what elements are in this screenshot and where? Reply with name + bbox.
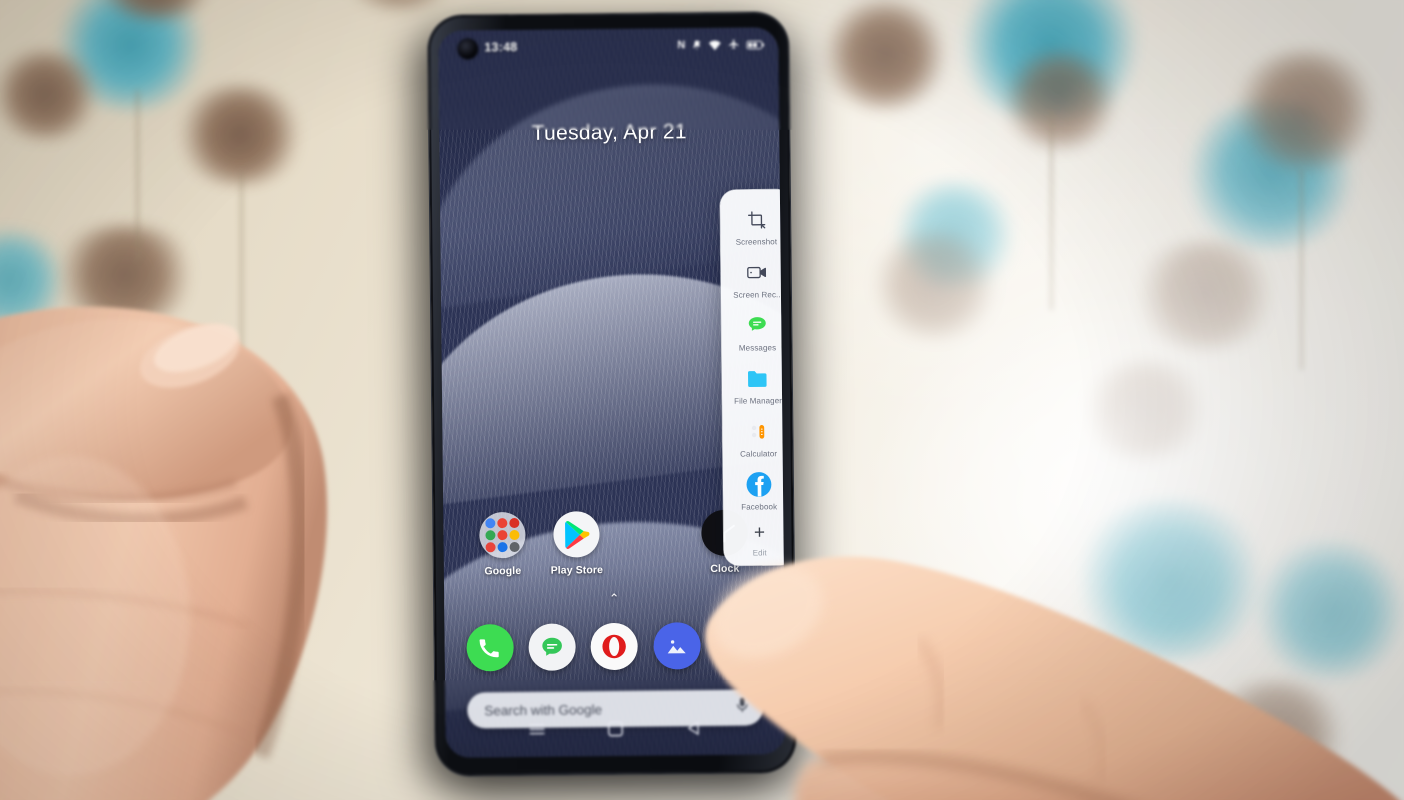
panel-item-file-manager[interactable]: File Manager — [722, 358, 786, 412]
screen-record-icon — [744, 259, 770, 285]
date-widget[interactable]: Tuesday, Apr 21 — [439, 119, 779, 147]
back-button[interactable] — [686, 720, 702, 741]
panel-item-label: Screenshot — [735, 237, 778, 247]
app-icon-play-store[interactable]: Play Store — [539, 511, 614, 577]
panel-item-calculator[interactable]: Calculator — [722, 411, 786, 465]
facebook-icon — [746, 471, 772, 497]
status-bar-clock: 13:48 — [484, 39, 518, 55]
opera-icon — [590, 622, 639, 671]
front-camera-punch-hole — [458, 39, 478, 59]
play-store-icon — [553, 511, 600, 558]
phone-device: 13:48 N Tuesday, Apr 21 Google Play Stor… — [428, 12, 796, 776]
dock-item-messages[interactable] — [521, 623, 584, 671]
status-bar: 13:48 N — [438, 27, 778, 65]
dock-item-opera[interactable] — [583, 622, 646, 671]
panel-item-label: Calculator — [740, 449, 778, 459]
nfc-icon: N — [677, 38, 686, 51]
gallery-icon — [653, 622, 701, 670]
dock-bar — [444, 621, 784, 672]
app-label: Google — [484, 564, 522, 578]
google-folder-icon — [479, 511, 526, 559]
add-shortcut-button[interactable]: + Edit — [723, 517, 785, 560]
airplane-mode-icon — [727, 39, 740, 51]
camera-icon — [715, 621, 764, 669]
messages-icon — [528, 623, 576, 671]
app-icon-google-folder[interactable]: Google — [465, 511, 540, 578]
app-label: Play Store — [550, 564, 604, 577]
date-text: Tuesday, Apr 21 — [531, 120, 687, 145]
battery-icon — [746, 39, 764, 50]
app-slot-empty — [613, 510, 688, 576]
panel-item-screen-recorder[interactable]: Screen Rec.. — [721, 252, 786, 306]
dock-item-phone[interactable] — [458, 624, 521, 672]
smart-sidebar-panel[interactable]: Screenshot Screen Rec.. Messages File Ma… — [719, 189, 786, 566]
panel-item-facebook[interactable]: Facebook — [723, 464, 786, 518]
status-bar-icons: N — [677, 38, 764, 51]
panel-item-label: Facebook — [741, 502, 778, 512]
dock-item-camera[interactable] — [708, 621, 771, 669]
file-manager-icon — [745, 365, 771, 391]
messages-icon — [744, 312, 770, 338]
phone-icon — [466, 624, 514, 672]
edit-label: Edit — [752, 548, 767, 558]
calculator-icon — [745, 418, 771, 444]
home-button[interactable] — [608, 720, 624, 741]
screenshot-crop-icon — [743, 206, 769, 232]
panel-item-label: Messages — [738, 343, 777, 353]
screenshot-scene: 13:48 N Tuesday, Apr 21 Google Play Stor… — [0, 0, 1404, 800]
panel-item-screenshot[interactable]: Screenshot — [720, 199, 786, 253]
navigation-bar — [445, 712, 785, 750]
panel-item-messages[interactable]: Messages — [721, 305, 786, 359]
wifi-icon — [708, 39, 721, 50]
recents-button[interactable] — [529, 722, 546, 742]
plus-icon: + — [753, 522, 766, 544]
panel-item-label: File Manager — [734, 396, 783, 406]
panel-item-label: Screen Rec.. — [733, 290, 781, 300]
silent-mode-icon — [691, 39, 702, 51]
dock-item-gallery[interactable] — [646, 622, 709, 670]
phone-screen: 13:48 N Tuesday, Apr 21 Google Play Stor… — [438, 27, 786, 758]
